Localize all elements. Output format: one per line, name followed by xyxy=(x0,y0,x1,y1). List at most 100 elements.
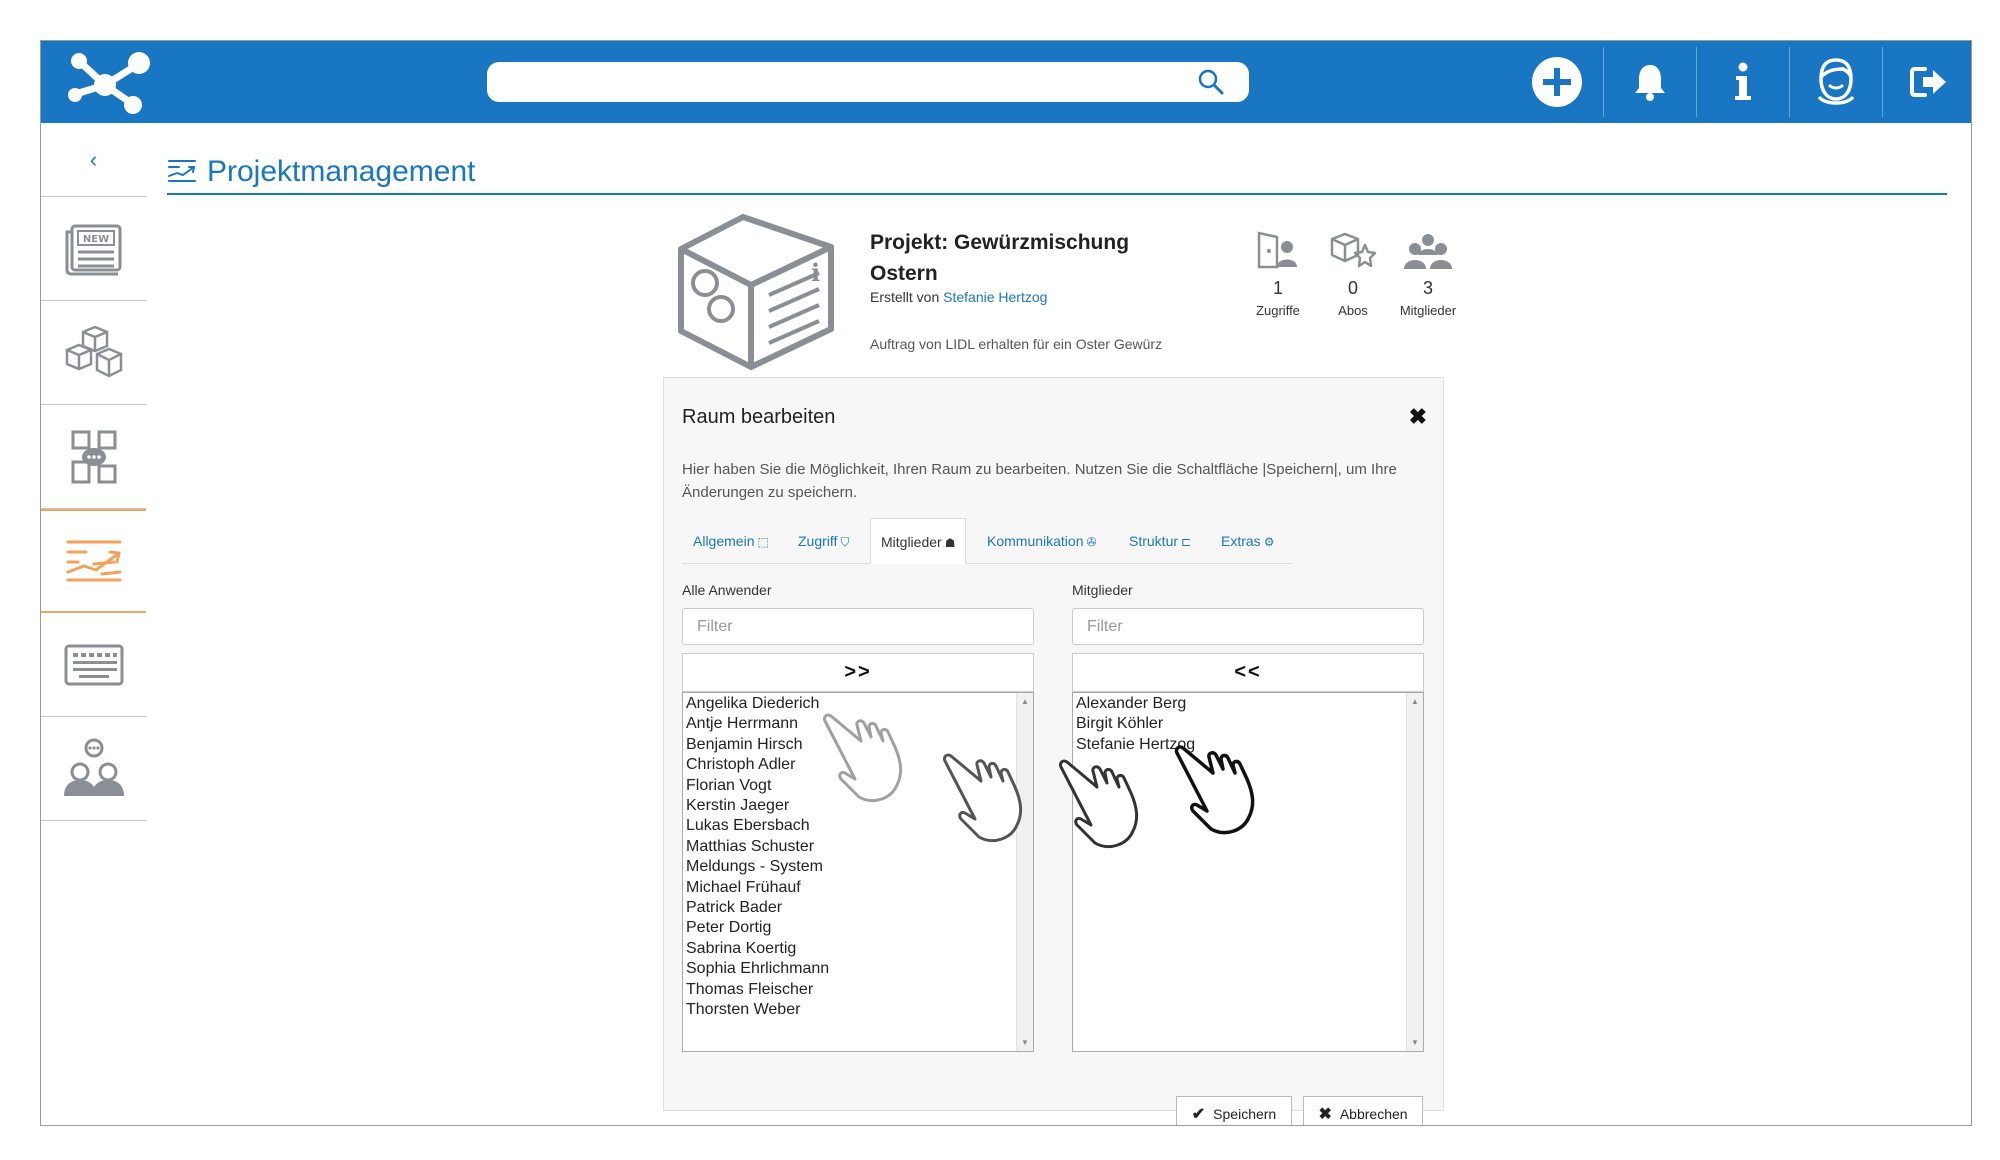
scrollbar[interactable]: ▲ ▼ xyxy=(1406,693,1423,1051)
tab-label: Extras xyxy=(1221,533,1261,549)
user-list-item[interactable]: Thomas Fleischer xyxy=(686,980,829,1000)
tab-kommunikation[interactable]: Kommunikation ✇ xyxy=(987,518,1097,564)
tab-mitglieder[interactable]: Mitglieder ☗ xyxy=(870,518,967,564)
shield-icon: ⛉ xyxy=(840,535,850,549)
communication-icon: ✇ xyxy=(1086,535,1097,549)
community-icon xyxy=(63,738,124,796)
project-management-icon xyxy=(66,540,121,582)
sidebar-item-chat-rooms[interactable] xyxy=(41,405,146,509)
user-list-item[interactable]: Patrick Bader xyxy=(686,898,829,918)
stat-access: 1 Zugriffe xyxy=(1236,231,1320,318)
structure-icon: ⊏ xyxy=(1181,535,1192,549)
checkmark-icon: ✔ xyxy=(1191,1106,1206,1123)
svg-text:i: i xyxy=(811,258,820,287)
bell-icon[interactable] xyxy=(1604,41,1696,123)
drag-hand-icon xyxy=(1059,759,1139,848)
user-list-item[interactable]: Peter Dortig xyxy=(686,918,829,938)
cube-icon: ⬚ xyxy=(757,535,769,549)
project-description: Auftrag von LIDL erhalten für ein Oster … xyxy=(870,336,1163,352)
scroll-up-icon[interactable]: ▲ xyxy=(1411,697,1419,706)
cancel-button[interactable]: ✖ Abbrechen xyxy=(1303,1096,1423,1125)
sidebar: ‹ NEW xyxy=(41,123,146,1125)
project-cube-icon: i xyxy=(678,214,834,370)
user-list-item[interactable]: Angelika Diederich xyxy=(686,694,829,714)
tab-label: Struktur xyxy=(1129,533,1179,549)
sidebar-item-news[interactable]: NEW xyxy=(41,197,146,301)
user-list-item[interactable]: Kerstin Jaeger xyxy=(686,796,829,816)
tab-label: Allgemein xyxy=(693,533,755,549)
chevron-left-icon: ‹ xyxy=(89,146,98,172)
stat-subscriptions: 0 Abos xyxy=(1311,231,1395,318)
drag-hand-icon xyxy=(1174,745,1255,835)
creator-link[interactable]: Stefanie Hertzog xyxy=(943,289,1047,305)
keyboard-icon xyxy=(64,644,123,685)
scrollbar[interactable]: ▲ ▼ xyxy=(1016,693,1033,1051)
close-icon: ✖ xyxy=(1318,1106,1332,1123)
scroll-down-icon[interactable]: ▼ xyxy=(1021,1038,1029,1047)
sidebar-item-keyboard[interactable] xyxy=(41,613,146,717)
stat-subscriptions-value: 0 xyxy=(1347,278,1358,298)
stat-subscriptions-label: Abos xyxy=(1338,303,1368,318)
search-input[interactable] xyxy=(487,62,1249,102)
sidebar-collapse-button[interactable]: ‹ xyxy=(41,123,146,197)
cancel-label: Abbrechen xyxy=(1339,1106,1408,1122)
project-name: Projekt: Gewürzmischung Ostern xyxy=(870,231,1130,285)
drag-hand-icon xyxy=(823,713,903,802)
user-list-item[interactable]: Sophia Ehrlichmann xyxy=(686,959,829,979)
all-users-label: Alle Anwender xyxy=(682,582,772,598)
sidebar-item-community[interactable] xyxy=(41,717,146,821)
member-list-item[interactable]: Birgit Köhler xyxy=(1076,714,1195,734)
network-logo-icon[interactable] xyxy=(63,49,153,115)
user-list-item[interactable]: Thorsten Weber xyxy=(686,1000,829,1020)
sidebar-item-cubes[interactable] xyxy=(41,301,146,405)
page-header: Projektmanagement xyxy=(167,155,1947,195)
user-list-item[interactable]: Matthias Schuster xyxy=(686,837,829,857)
stat-access-label: Zugriffe xyxy=(1256,303,1300,318)
user-list-item[interactable]: Antje Herrmann xyxy=(686,714,829,734)
user-list-item[interactable]: Sabrina Koertig xyxy=(686,939,829,959)
tab-struktur[interactable]: Struktur ⊏ xyxy=(1129,518,1191,564)
scroll-down-icon[interactable]: ▼ xyxy=(1411,1038,1419,1047)
info-icon[interactable] xyxy=(1697,41,1789,123)
add-icon[interactable] xyxy=(1511,41,1603,123)
tab-allgemein[interactable]: Allgemein ⬚ xyxy=(693,518,769,564)
news-icon: NEW xyxy=(65,224,121,275)
tab-zugriff[interactable]: Zugriff ⛉ xyxy=(798,518,849,564)
door-user-icon xyxy=(1257,231,1297,269)
stat-access-value: 1 xyxy=(1272,278,1283,298)
user-list-item[interactable]: Meldungs - System xyxy=(686,857,829,877)
user-list-item[interactable]: Florian Vogt xyxy=(686,776,829,796)
dialog-tabs: Allgemein ⬚ Zugriff ⛉ Mitglieder ☗ Kommunik… xyxy=(682,518,1292,564)
tab-extras[interactable]: Extras ⚙ xyxy=(1221,518,1274,564)
members-icon: ☗ xyxy=(944,536,956,550)
user-list-item[interactable]: Michael Frühauf xyxy=(686,878,829,898)
project-created-by: Erstellt von Stefanie Hertzog xyxy=(870,289,1047,305)
top-bar xyxy=(41,41,1971,123)
search-icon[interactable] xyxy=(1191,64,1231,100)
logout-icon[interactable] xyxy=(1883,41,1971,123)
app-frame: ‹ NEW Projektmanagement i Projekt: Gewür… xyxy=(40,40,1972,1126)
dialog-title: Raum bearbeiten xyxy=(682,406,836,428)
sidebar-item-project-management[interactable] xyxy=(41,509,146,613)
add-members-button[interactable]: >> xyxy=(682,653,1034,692)
all-users-filter-input[interactable] xyxy=(682,608,1034,645)
tab-label: Mitglieder xyxy=(881,534,942,550)
save-button[interactable]: ✔ Speichern xyxy=(1176,1096,1292,1125)
stat-members-value: 3 xyxy=(1422,278,1433,298)
remove-members-button[interactable]: << xyxy=(1072,653,1424,692)
member-list-item[interactable]: Alexander Berg xyxy=(1076,694,1195,714)
user-list-item[interactable]: Benjamin Hirsch xyxy=(686,735,829,755)
stat-members-label: Mitglieder xyxy=(1399,303,1457,318)
close-icon[interactable]: ✖ xyxy=(1409,404,1427,430)
project-management-icon xyxy=(168,160,196,182)
dialog-description: Hier haben Sie die Möglichkeit, Ihren Ra… xyxy=(682,461,1397,501)
scroll-up-icon[interactable]: ▲ xyxy=(1021,697,1029,706)
chat-rooms-icon xyxy=(71,430,116,483)
user-list-item[interactable]: Lukas Ebersbach xyxy=(686,816,829,836)
svg-text:NEW: NEW xyxy=(82,234,108,245)
user-list-item[interactable]: Christoph Adler xyxy=(686,755,829,775)
members-filter-input[interactable] xyxy=(1072,608,1424,645)
user-avatar-icon[interactable] xyxy=(1790,41,1882,123)
stat-members: 3 Mitglieder xyxy=(1386,231,1470,318)
save-label: Speichern xyxy=(1213,1106,1277,1122)
